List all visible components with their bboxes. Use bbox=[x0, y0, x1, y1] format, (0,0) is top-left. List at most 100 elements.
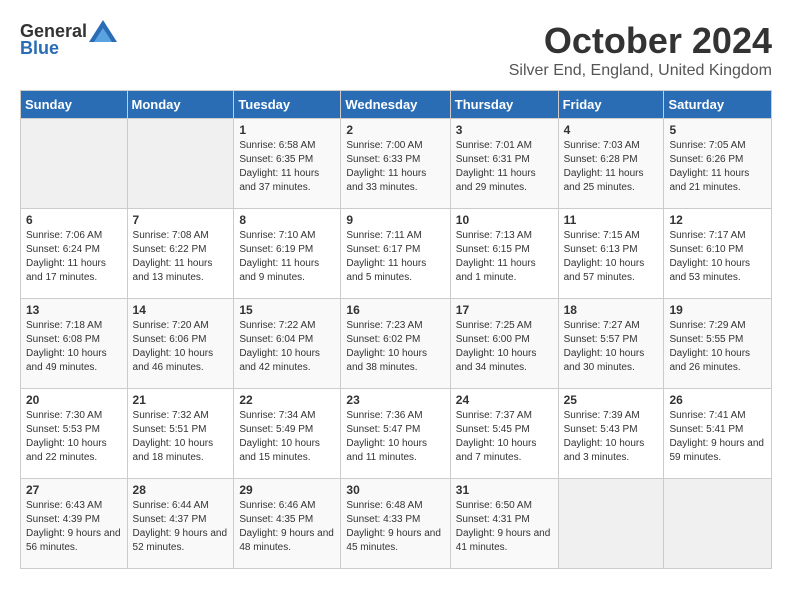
calendar-week-row: 1 Sunrise: 6:58 AMSunset: 6:35 PMDaylight… bbox=[21, 119, 772, 209]
table-row: 9 Sunrise: 7:11 AMSunset: 6:17 PMDaylight… bbox=[341, 209, 450, 299]
logo: General Blue bbox=[20, 20, 117, 59]
day-info: Sunrise: 7:27 AMSunset: 5:57 PMDaylight:… bbox=[564, 319, 659, 375]
logo-blue: Blue bbox=[20, 38, 59, 59]
day-number: 18 bbox=[564, 303, 659, 317]
calendar-title: October 2024 bbox=[509, 20, 772, 62]
day-info: Sunrise: 7:15 AMSunset: 6:13 PMDaylight:… bbox=[564, 229, 659, 285]
table-row: 12Sunrise: 7:17 AMSunset: 6:10 PMDayligh… bbox=[664, 209, 772, 299]
title-section: October 2024 Silver End, England, United… bbox=[509, 20, 772, 80]
header-sunday: Sunday bbox=[21, 91, 128, 119]
table-row: 22 Sunrise: 7:34 AMSunset: 5:49 PMDayligh… bbox=[234, 389, 341, 479]
table-row: 20 Sunrise: 7:30 AMSunset: 5:53 PMDayligh… bbox=[21, 389, 128, 479]
day-info: Sunrise: 7:34 AMSunset: 5:49 PMDaylight:… bbox=[239, 409, 335, 465]
day-info: Sunrise: 7:00 AMSunset: 6:33 PMDaylight:… bbox=[346, 139, 444, 195]
table-row: 4 Sunrise: 7:03 AMSunset: 6:28 PMDaylight… bbox=[558, 119, 664, 209]
day-number: 9 bbox=[346, 213, 444, 227]
calendar-week-row: 27 Sunrise: 6:43 AMSunset: 4:39 PMDayligh… bbox=[21, 479, 772, 569]
table-row: 18 Sunrise: 7:27 AMSunset: 5:57 PMDayligh… bbox=[558, 299, 664, 389]
header-tuesday: Tuesday bbox=[234, 91, 341, 119]
calendar-subtitle: Silver End, England, United Kingdom bbox=[509, 62, 772, 80]
day-info: Sunrise: 7:41 AMSunset: 5:41 PMDaylight:… bbox=[669, 409, 766, 465]
table-row: 23Sunrise: 7:36 AMSunset: 5:47 PMDayligh… bbox=[341, 389, 450, 479]
day-info: Sunrise: 7:39 AMSunset: 5:43 PMDaylight:… bbox=[564, 409, 659, 465]
table-row: 26 Sunrise: 7:41 AMSunset: 5:41 PMDayligh… bbox=[664, 389, 772, 479]
day-number: 15 bbox=[239, 303, 335, 317]
day-number: 22 bbox=[239, 393, 335, 407]
table-row bbox=[127, 119, 234, 209]
day-info: Sunrise: 6:44 AMSunset: 4:37 PMDaylight:… bbox=[133, 499, 229, 555]
day-info: Sunrise: 7:10 AMSunset: 6:19 PMDaylight:… bbox=[239, 229, 335, 285]
day-info: Sunrise: 7:08 AMSunset: 6:22 PMDaylight:… bbox=[133, 229, 229, 285]
table-row: 24 Sunrise: 7:37 AMSunset: 5:45 PMDayligh… bbox=[450, 389, 558, 479]
table-row: 3 Sunrise: 7:01 AMSunset: 6:31 PMDaylight… bbox=[450, 119, 558, 209]
table-row: 6Sunrise: 7:06 AMSunset: 6:24 PMDaylight… bbox=[21, 209, 128, 299]
table-row: 2 Sunrise: 7:00 AMSunset: 6:33 PMDaylight… bbox=[341, 119, 450, 209]
logo-icon bbox=[89, 20, 117, 42]
day-number: 20 bbox=[26, 393, 122, 407]
calendar-week-row: 6Sunrise: 7:06 AMSunset: 6:24 PMDaylight… bbox=[21, 209, 772, 299]
day-number: 26 bbox=[669, 393, 766, 407]
table-row: 19 Sunrise: 7:29 AMSunset: 5:55 PMDayligh… bbox=[664, 299, 772, 389]
day-number: 13 bbox=[26, 303, 122, 317]
day-number: 29 bbox=[239, 483, 335, 497]
table-row: 11 Sunrise: 7:15 AMSunset: 6:13 PMDayligh… bbox=[558, 209, 664, 299]
table-row: 30Sunrise: 6:48 AMSunset: 4:33 PMDayligh… bbox=[341, 479, 450, 569]
day-info: Sunrise: 6:58 AMSunset: 6:35 PMDaylight:… bbox=[239, 139, 335, 195]
day-number: 2 bbox=[346, 123, 444, 137]
day-info: Sunrise: 7:03 AMSunset: 6:28 PMDaylight:… bbox=[564, 139, 659, 195]
day-number: 21 bbox=[133, 393, 229, 407]
day-number: 10 bbox=[456, 213, 553, 227]
table-row: 5Sunrise: 7:05 AMSunset: 6:26 PMDaylight… bbox=[664, 119, 772, 209]
table-row bbox=[558, 479, 664, 569]
day-number: 3 bbox=[456, 123, 553, 137]
day-number: 4 bbox=[564, 123, 659, 137]
table-row: 1 Sunrise: 6:58 AMSunset: 6:35 PMDaylight… bbox=[234, 119, 341, 209]
header-row: Sunday Monday Tuesday Wednesday Thursday… bbox=[21, 91, 772, 119]
table-row: 10 Sunrise: 7:13 AMSunset: 6:15 PMDayligh… bbox=[450, 209, 558, 299]
day-info: Sunrise: 7:01 AMSunset: 6:31 PMDaylight:… bbox=[456, 139, 553, 195]
header-monday: Monday bbox=[127, 91, 234, 119]
table-row: 14Sunrise: 7:20 AMSunset: 6:06 PMDayligh… bbox=[127, 299, 234, 389]
day-info: Sunrise: 6:46 AMSunset: 4:35 PMDaylight:… bbox=[239, 499, 335, 555]
day-info: Sunrise: 7:05 AMSunset: 6:26 PMDaylight:… bbox=[669, 139, 766, 195]
day-info: Sunrise: 7:11 AMSunset: 6:17 PMDaylight:… bbox=[346, 229, 444, 285]
table-row: 28Sunrise: 6:44 AMSunset: 4:37 PMDayligh… bbox=[127, 479, 234, 569]
day-info: Sunrise: 7:29 AMSunset: 5:55 PMDaylight:… bbox=[669, 319, 766, 375]
day-number: 6 bbox=[26, 213, 122, 227]
header-thursday: Thursday bbox=[450, 91, 558, 119]
day-info: Sunrise: 7:17 AMSunset: 6:10 PMDaylight:… bbox=[669, 229, 766, 285]
day-number: 7 bbox=[133, 213, 229, 227]
table-row: 7 Sunrise: 7:08 AMSunset: 6:22 PMDaylight… bbox=[127, 209, 234, 299]
day-number: 19 bbox=[669, 303, 766, 317]
page-header: General Blue October 2024 Silver End, En… bbox=[20, 20, 772, 80]
header-friday: Friday bbox=[558, 91, 664, 119]
day-info: Sunrise: 7:20 AMSunset: 6:06 PMDaylight:… bbox=[133, 319, 229, 375]
table-row: 16 Sunrise: 7:23 AMSunset: 6:02 PMDayligh… bbox=[341, 299, 450, 389]
day-number: 24 bbox=[456, 393, 553, 407]
day-info: Sunrise: 7:13 AMSunset: 6:15 PMDaylight:… bbox=[456, 229, 553, 285]
table-row: 8Sunrise: 7:10 AMSunset: 6:19 PMDaylight… bbox=[234, 209, 341, 299]
table-row: 29 Sunrise: 6:46 AMSunset: 4:35 PMDayligh… bbox=[234, 479, 341, 569]
table-row: 27 Sunrise: 6:43 AMSunset: 4:39 PMDayligh… bbox=[21, 479, 128, 569]
day-info: Sunrise: 7:37 AMSunset: 5:45 PMDaylight:… bbox=[456, 409, 553, 465]
day-number: 17 bbox=[456, 303, 553, 317]
day-info: Sunrise: 6:50 AMSunset: 4:31 PMDaylight:… bbox=[456, 499, 553, 555]
table-row: 25 Sunrise: 7:39 AMSunset: 5:43 PMDayligh… bbox=[558, 389, 664, 479]
day-number: 30 bbox=[346, 483, 444, 497]
day-number: 1 bbox=[239, 123, 335, 137]
table-row: 21Sunrise: 7:32 AMSunset: 5:51 PMDayligh… bbox=[127, 389, 234, 479]
day-number: 27 bbox=[26, 483, 122, 497]
day-info: Sunrise: 7:23 AMSunset: 6:02 PMDaylight:… bbox=[346, 319, 444, 375]
day-info: Sunrise: 7:25 AMSunset: 6:00 PMDaylight:… bbox=[456, 319, 553, 375]
day-info: Sunrise: 6:43 AMSunset: 4:39 PMDaylight:… bbox=[26, 499, 122, 555]
day-number: 11 bbox=[564, 213, 659, 227]
day-info: Sunrise: 7:36 AMSunset: 5:47 PMDaylight:… bbox=[346, 409, 444, 465]
table-row: 17 Sunrise: 7:25 AMSunset: 6:00 PMDayligh… bbox=[450, 299, 558, 389]
day-info: Sunrise: 7:18 AMSunset: 6:08 PMDaylight:… bbox=[26, 319, 122, 375]
day-info: Sunrise: 7:30 AMSunset: 5:53 PMDaylight:… bbox=[26, 409, 122, 465]
header-wednesday: Wednesday bbox=[341, 91, 450, 119]
day-number: 16 bbox=[346, 303, 444, 317]
table-row bbox=[21, 119, 128, 209]
day-number: 25 bbox=[564, 393, 659, 407]
calendar-week-row: 13 Sunrise: 7:18 AMSunset: 6:08 PMDayligh… bbox=[21, 299, 772, 389]
